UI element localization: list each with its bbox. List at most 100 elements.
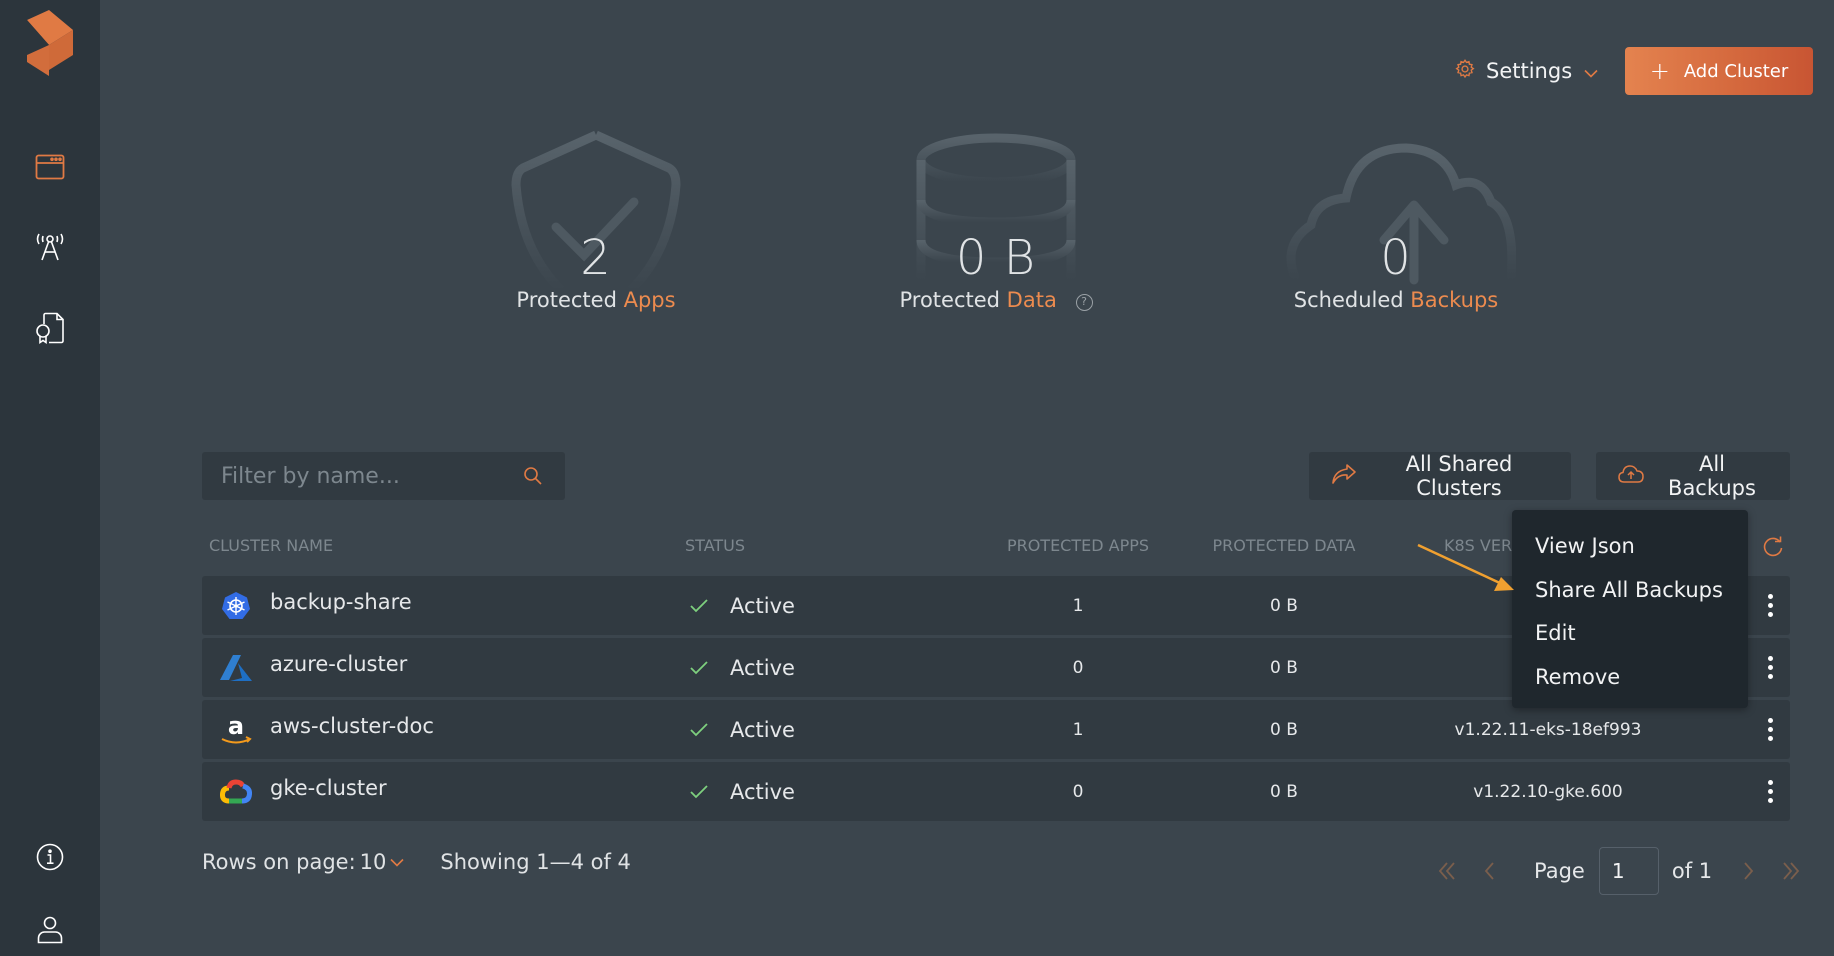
table-row[interactable]: gke-cluster Active 0 0 B v1.22.10-gke.60… [202, 762, 1790, 821]
all-backups-label: All Backups [1668, 452, 1756, 500]
page-total: of 1 [1671, 859, 1713, 883]
chevron-left-icon [1484, 862, 1494, 880]
filter-input[interactable] [221, 463, 511, 489]
row-menu-button[interactable] [1758, 762, 1782, 821]
check-icon [690, 660, 708, 674]
settings-dropdown[interactable]: Settings [1454, 56, 1598, 86]
cluster-name[interactable]: azure-cluster [270, 634, 407, 693]
prev-page-button[interactable] [1474, 861, 1504, 881]
menu-item-edit[interactable]: Edit [1512, 615, 1748, 659]
user-icon[interactable] [33, 912, 67, 948]
status-text: Active [730, 717, 795, 742]
last-page-button[interactable] [1776, 861, 1806, 881]
kebab-icon [1767, 656, 1773, 679]
first-page-button[interactable] [1432, 861, 1462, 881]
kebab-icon [1767, 718, 1773, 741]
refresh-icon[interactable] [1762, 536, 1784, 562]
search-icon[interactable] [523, 466, 543, 490]
double-chevron-left-icon [1438, 862, 1455, 880]
svg-text:a: a [228, 713, 244, 740]
all-backups-button[interactable]: All Backups [1596, 452, 1790, 500]
stat-scheduled-backups: 0 Scheduled Backups [1266, 130, 1526, 312]
protected-data: 0 B [1270, 657, 1298, 678]
stat-label: Scheduled Backups [1293, 288, 1499, 312]
azure-icon [218, 638, 254, 697]
kebab-icon [1767, 780, 1773, 803]
check-icon [690, 784, 708, 798]
menu-item-remove[interactable]: Remove [1512, 659, 1748, 703]
protected-apps: 1 [1072, 595, 1084, 616]
status-text: Active [730, 655, 795, 680]
showing-count: Showing 1—4 of 4 [440, 850, 631, 874]
status-cell: Active [690, 576, 795, 635]
row-context-menu: View Json Share All Backups Edit Remove [1512, 510, 1748, 708]
rows-label: Rows on page: [202, 850, 356, 874]
stat-protected-data: 0 B Protected Data ? [866, 130, 1126, 312]
stat-label: Protected Data ? [866, 288, 1126, 312]
plus-icon: + [1649, 57, 1670, 85]
next-page-button[interactable] [1734, 861, 1764, 881]
chevron-down-icon [390, 858, 404, 867]
row-menu-button[interactable] [1758, 576, 1782, 635]
protected-apps: 1 [1072, 719, 1084, 740]
filter-box [202, 452, 565, 500]
k8s-version: v1.22.11-eks-18ef993 [1454, 719, 1642, 740]
gear-icon [1454, 58, 1476, 85]
col-cluster-name[interactable]: CLUSTER NAME [209, 536, 333, 555]
add-cluster-button[interactable]: + Add Cluster [1625, 47, 1813, 95]
add-cluster-label: Add Cluster [1683, 60, 1789, 82]
app-window-icon[interactable] [33, 150, 67, 184]
certificate-icon[interactable] [33, 310, 67, 346]
status-cell: Active [690, 700, 795, 759]
settings-label: Settings [1486, 59, 1573, 83]
table-footer: Rows on page: 10 Showing 1—4 of 4 [202, 850, 631, 874]
stat-protected-apps: 2 Protected Apps [466, 130, 726, 312]
chevron-right-icon [1744, 862, 1754, 880]
col-k8s-version[interactable]: K8S VER [1444, 536, 1512, 555]
antenna-icon[interactable] [32, 228, 68, 264]
status-text: Active [730, 779, 795, 804]
kebab-icon [1767, 594, 1773, 617]
col-protected-apps[interactable]: PROTECTED APPS [978, 536, 1178, 555]
page-label: Page [1534, 859, 1585, 883]
cluster-name[interactable]: gke-cluster [270, 758, 387, 817]
pagination: Page of 1 [1432, 847, 1806, 895]
all-shared-clusters-label: All Shared Clusters [1405, 452, 1513, 500]
menu-item-view-json[interactable]: View Json [1512, 528, 1748, 572]
all-shared-clusters-button[interactable]: All Shared Clusters [1309, 452, 1571, 500]
protected-data: 0 B [1270, 595, 1298, 616]
chevron-down-icon [1584, 59, 1598, 83]
menu-item-share-all-backups[interactable]: Share All Backups [1512, 572, 1748, 616]
stat-label: Protected Apps [516, 288, 676, 312]
page-number-input[interactable] [1598, 847, 1659, 895]
rows-value: 10 [359, 850, 387, 874]
portworx-logo [27, 10, 73, 76]
cluster-name[interactable]: backup-share [270, 572, 412, 631]
stat-value: 0 [1380, 230, 1412, 286]
double-chevron-right-icon [1783, 862, 1800, 880]
stat-value: 0 B [955, 230, 1037, 286]
table-row[interactable]: a aws-cluster-doc Active 1 0 B v1.22.11-… [202, 700, 1790, 759]
google-cloud-icon [218, 762, 254, 821]
rows-per-page-select[interactable]: Rows on page: 10 [202, 850, 404, 874]
status-text: Active [730, 593, 795, 618]
protected-data: 0 B [1270, 781, 1298, 802]
protected-apps: 0 [1072, 657, 1084, 678]
check-icon [690, 598, 708, 612]
row-menu-button[interactable] [1758, 700, 1782, 759]
aws-icon: a [218, 700, 254, 759]
status-cell: Active [690, 762, 795, 821]
k8s-version: v1.22.10-gke.600 [1473, 781, 1623, 802]
col-status[interactable]: STATUS [685, 536, 745, 555]
info-icon[interactable] [33, 840, 67, 874]
status-cell: Active [690, 638, 795, 697]
cluster-name[interactable]: aws-cluster-doc [270, 696, 434, 755]
help-icon[interactable]: ? [1075, 294, 1093, 311]
share-icon [1331, 463, 1357, 490]
protected-data: 0 B [1270, 719, 1298, 740]
col-protected-data[interactable]: PROTECTED DATA [1184, 536, 1384, 555]
stat-value: 2 [580, 230, 612, 286]
check-icon [690, 722, 708, 736]
sidebar [0, 0, 100, 956]
row-menu-button[interactable] [1758, 638, 1782, 697]
